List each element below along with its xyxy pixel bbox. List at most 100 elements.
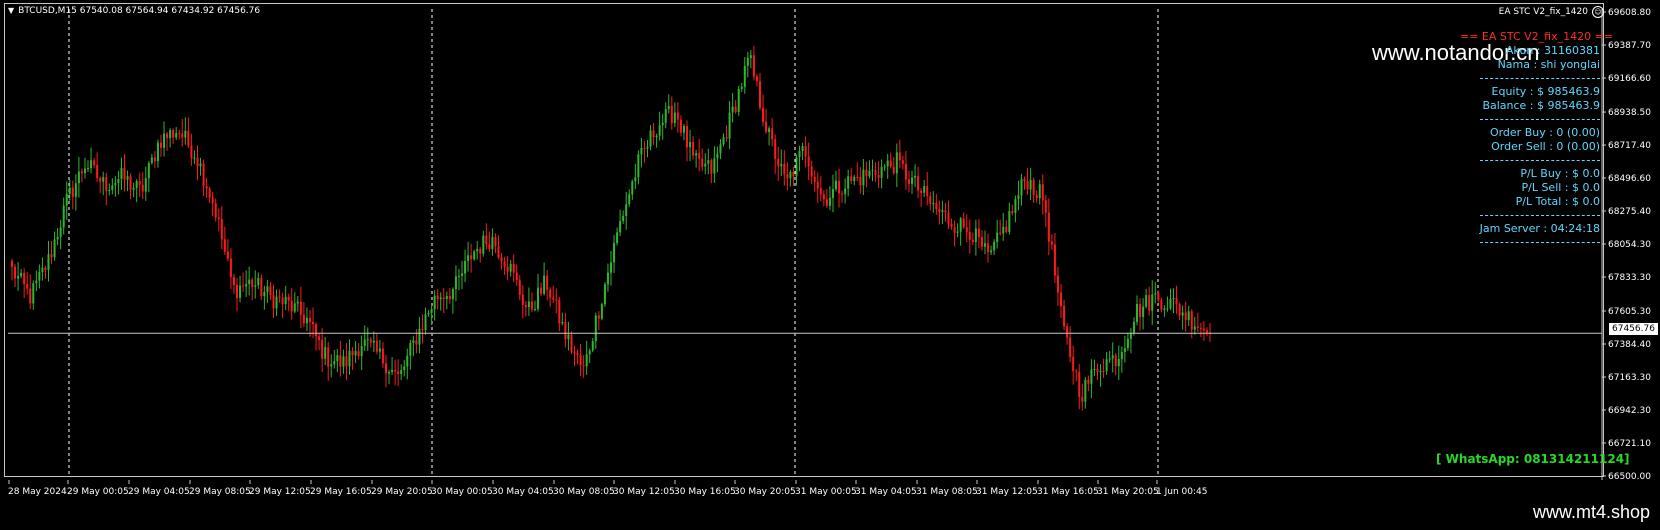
- price-tick-label: 67384.40: [1608, 340, 1651, 350]
- price-tick-label: 67833.30: [1608, 273, 1651, 283]
- candle-bear: [26, 284, 29, 289]
- candle-bull: [132, 187, 135, 190]
- candle-bear: [907, 179, 910, 184]
- server-time: Jam Server : 04:24:18: [1479, 222, 1600, 235]
- candle-bull: [87, 168, 90, 170]
- candle-bear: [762, 107, 765, 122]
- candle-bear: [290, 300, 293, 312]
- candle-bear: [1087, 379, 1090, 384]
- time-tick-label: 31 May 16:05: [1037, 487, 1099, 497]
- candle-bear: [196, 157, 199, 167]
- candle-bear: [500, 257, 503, 262]
- equity-value: Equity : $ 985463.9: [1491, 85, 1600, 98]
- candle-bull: [47, 254, 50, 270]
- candle-bull: [667, 105, 670, 110]
- candle-bull: [336, 355, 339, 362]
- candle-bull: [1017, 195, 1020, 199]
- candle-bull: [798, 151, 801, 158]
- candle-bear: [260, 277, 263, 297]
- candle-bear: [670, 105, 673, 124]
- candle-bull: [722, 137, 725, 145]
- price-tick-label: 69387.70: [1608, 41, 1651, 51]
- candle-bull: [193, 157, 196, 159]
- candle-bear: [141, 184, 144, 192]
- candle-bull: [983, 243, 986, 247]
- candle-bear: [442, 297, 445, 300]
- candle-bull: [740, 86, 743, 89]
- candle-bull: [959, 218, 962, 232]
- candle-bear: [129, 176, 132, 190]
- candle-bear: [302, 314, 305, 324]
- candle-bull: [254, 285, 257, 287]
- order-sell-value: Order Sell : 0 (0.00): [1491, 140, 1600, 153]
- candle-bear: [1072, 356, 1075, 372]
- dropdown-arrow-icon[interactable]: ▼: [8, 6, 14, 15]
- candle-bull: [454, 276, 457, 290]
- candle-bear: [980, 237, 983, 247]
- candle-bull: [689, 142, 692, 148]
- candle-bear: [202, 163, 205, 186]
- candle-bull: [606, 272, 609, 285]
- candle-bull: [53, 239, 56, 258]
- candle-bull: [430, 309, 433, 313]
- time-tick-label: 29 May 16:05: [310, 487, 372, 497]
- pl-buy-value: P/L Buy : $ 0.0: [1520, 167, 1600, 180]
- account-number: Akun : 31160381: [1505, 44, 1600, 57]
- candle-bull: [567, 334, 570, 340]
- candle-bear: [962, 218, 965, 228]
- price-axis[interactable]: 69608.80 69387.70 69166.60 68938.50 68717.40…: [1601, 8, 1651, 482]
- candle-bull: [433, 295, 436, 310]
- candle-bull: [1029, 179, 1032, 190]
- candlestick-chart[interactable]: 69608.80 69387.70 69166.60 68938.50 68717.40…: [4, 3, 1660, 503]
- candle-bear: [1050, 241, 1053, 245]
- candle-bear: [159, 142, 162, 148]
- candle-bull: [372, 340, 375, 343]
- candle-bull: [266, 286, 269, 292]
- candle-bull: [895, 152, 898, 174]
- candle-bull: [473, 251, 476, 260]
- candle-bull: [391, 369, 394, 372]
- candle-bear: [920, 190, 923, 193]
- time-tick-label: 30 May 16:05: [674, 487, 736, 497]
- candle-bear: [765, 121, 768, 133]
- candle-bull: [619, 221, 622, 233]
- candle-bear: [783, 163, 786, 175]
- candle-bear: [710, 160, 713, 174]
- candle-bull: [664, 109, 667, 123]
- candle-bull: [743, 65, 746, 87]
- time-axis[interactable]: 28 May 2024 29 May 00:05 29 May 04:05 29 Ma…: [8, 480, 1207, 497]
- candle-bear: [1160, 300, 1163, 310]
- candle-bear: [281, 297, 284, 305]
- candle-bear: [287, 296, 290, 301]
- candle-bull: [163, 133, 166, 148]
- time-tick-label: 30 May 08:05: [553, 487, 615, 497]
- panel-divider: [1480, 119, 1600, 120]
- candle-bear: [1032, 179, 1035, 196]
- smiley-icon[interactable]: ☺: [1592, 6, 1604, 18]
- candle-bear: [1041, 184, 1044, 201]
- candle-bull: [646, 146, 649, 149]
- candle-bull: [1038, 184, 1041, 199]
- candle-bear: [999, 232, 1002, 234]
- candle-bear: [187, 130, 190, 146]
- candle-bear: [901, 160, 904, 164]
- candle-bear: [397, 371, 400, 375]
- candle-bear: [576, 353, 579, 356]
- time-tick-label: 31 May 08:05: [916, 487, 978, 497]
- candle-bull: [409, 342, 412, 356]
- candle-bear: [488, 244, 491, 249]
- whatsapp-contact: [ WhatsApp: 081314211124]: [1436, 452, 1630, 466]
- candle-bull: [342, 356, 345, 367]
- candle-bull: [1151, 294, 1154, 311]
- candle-bear: [570, 334, 573, 352]
- candle-bear: [1023, 179, 1026, 182]
- candle-bull: [1136, 304, 1139, 322]
- candle-bear: [977, 228, 980, 238]
- candles: [11, 45, 1211, 411]
- candle-bull: [1172, 297, 1175, 300]
- candle-bear: [308, 317, 311, 322]
- candle-bull: [68, 187, 71, 194]
- candle-bull: [649, 130, 652, 147]
- candle-bull: [461, 273, 464, 276]
- candle-bull: [305, 317, 308, 324]
